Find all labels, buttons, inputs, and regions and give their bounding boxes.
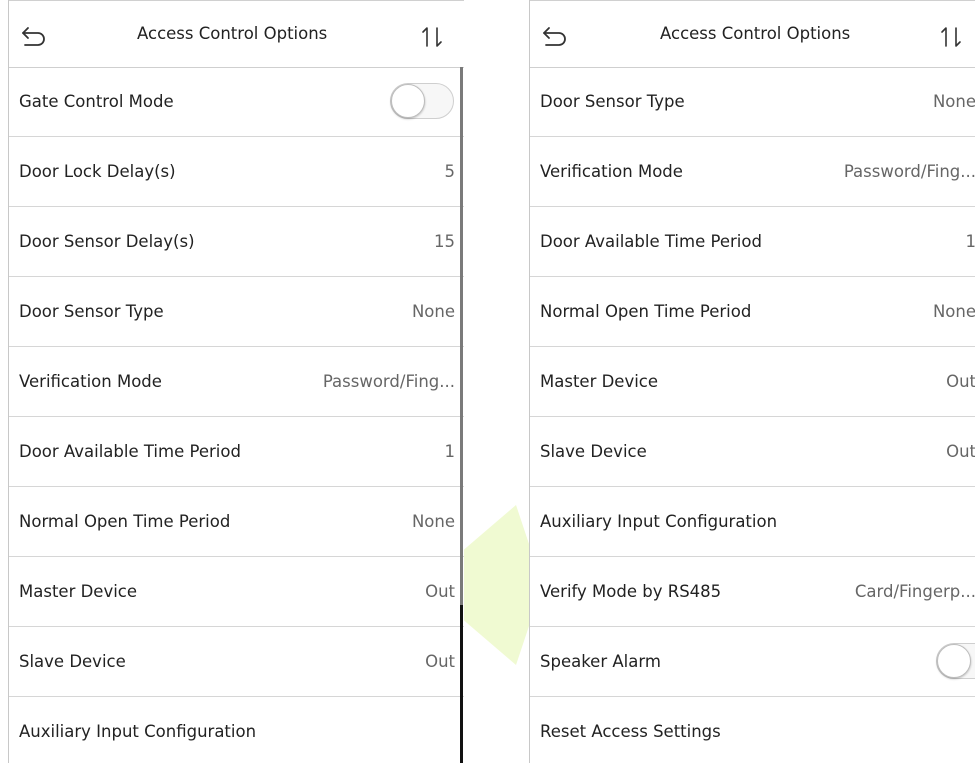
row-auxiliary-input-configuration[interactable]: Auxiliary Input Configuration bbox=[9, 697, 464, 763]
row-door-available-time-period[interactable]: Door Available Time Period 1 bbox=[530, 207, 975, 277]
row-label: Verification Mode bbox=[540, 162, 683, 181]
row-verify-mode-by-rs485[interactable]: Verify Mode by RS485 Card/Fingerp... bbox=[530, 557, 975, 627]
row-door-lock-delay[interactable]: Door Lock Delay(s) 5 bbox=[9, 137, 464, 207]
toggle-knob bbox=[391, 84, 425, 118]
row-label: Master Device bbox=[540, 372, 659, 391]
options-list: Door Sensor Type None Verification Mode … bbox=[530, 67, 975, 763]
row-label: Auxiliary Input Configuration bbox=[19, 722, 257, 741]
row-master-device[interactable]: Master Device Out bbox=[530, 347, 975, 417]
row-label: Auxiliary Input Configuration bbox=[540, 512, 778, 531]
row-label: Door Sensor Delay(s) bbox=[19, 232, 195, 251]
row-auxiliary-input-configuration[interactable]: Auxiliary Input Configuration bbox=[530, 487, 975, 557]
row-reset-access-settings[interactable]: Reset Access Settings bbox=[530, 697, 975, 763]
sort-icon[interactable] bbox=[421, 26, 447, 48]
scrollbar-track[interactable] bbox=[460, 67, 463, 605]
row-value: Out bbox=[425, 652, 455, 671]
row-label: Gate Control Mode bbox=[19, 92, 174, 111]
row-door-sensor-delay[interactable]: Door Sensor Delay(s) 15 bbox=[9, 207, 464, 277]
row-normal-open-time-period[interactable]: Normal Open Time Period None bbox=[9, 487, 464, 557]
back-arrow-icon[interactable] bbox=[542, 25, 568, 47]
row-value: 5 bbox=[444, 162, 456, 181]
row-value: None bbox=[932, 302, 975, 321]
page-title: Access Control Options bbox=[137, 24, 328, 43]
left-screen: Access Control Options Gate Control Mode… bbox=[8, 0, 464, 763]
row-value: None bbox=[932, 92, 975, 111]
row-slave-device[interactable]: Slave Device Out bbox=[9, 627, 464, 697]
header-bar: Access Control Options bbox=[9, 0, 464, 68]
row-label: Normal Open Time Period bbox=[19, 512, 231, 531]
row-door-available-time-period[interactable]: Door Available Time Period 1 bbox=[9, 417, 464, 487]
row-slave-device[interactable]: Slave Device Out bbox=[530, 417, 975, 487]
row-value: 1 bbox=[444, 442, 456, 461]
row-label: Slave Device bbox=[540, 442, 647, 461]
page-title: Access Control Options bbox=[660, 24, 851, 43]
row-normal-open-time-period[interactable]: Normal Open Time Period None bbox=[530, 277, 975, 347]
row-label: Door Sensor Type bbox=[19, 302, 164, 321]
gate-control-mode-toggle[interactable] bbox=[390, 83, 454, 119]
options-list: Gate Control Mode Door Lock Delay(s) 5 D… bbox=[9, 67, 464, 763]
transition-arrow-icon bbox=[460, 505, 532, 665]
row-label: Speaker Alarm bbox=[540, 652, 661, 671]
row-verification-mode[interactable]: Verification Mode Password/Fing... bbox=[530, 137, 975, 207]
row-label: Door Sensor Type bbox=[540, 92, 685, 111]
row-value: Out bbox=[946, 442, 975, 461]
speaker-alarm-toggle[interactable] bbox=[936, 643, 975, 679]
row-value: None bbox=[411, 302, 455, 321]
row-master-device[interactable]: Master Device Out bbox=[9, 557, 464, 627]
row-label: Master Device bbox=[19, 582, 138, 601]
row-value: Password/Fing... bbox=[843, 162, 975, 181]
sort-icon[interactable] bbox=[940, 26, 966, 48]
row-label: Reset Access Settings bbox=[540, 722, 721, 741]
row-value: Card/Fingerp... bbox=[854, 582, 975, 601]
row-speaker-alarm[interactable]: Speaker Alarm bbox=[530, 627, 975, 697]
row-door-sensor-type[interactable]: Door Sensor Type None bbox=[530, 67, 975, 137]
row-value: 1 bbox=[965, 232, 975, 251]
row-label: Verification Mode bbox=[19, 372, 162, 391]
back-arrow-icon[interactable] bbox=[21, 25, 47, 47]
row-value: Out bbox=[425, 582, 455, 601]
row-gate-control-mode[interactable]: Gate Control Mode bbox=[9, 67, 464, 137]
toggle-knob bbox=[937, 644, 971, 678]
row-door-sensor-type[interactable]: Door Sensor Type None bbox=[9, 277, 464, 347]
row-label: Slave Device bbox=[19, 652, 126, 671]
row-verification-mode[interactable]: Verification Mode Password/Fing... bbox=[9, 347, 464, 417]
row-label: Door Available Time Period bbox=[540, 232, 762, 251]
scrollbar-thumb[interactable] bbox=[460, 605, 463, 763]
row-label: Normal Open Time Period bbox=[540, 302, 752, 321]
row-value: None bbox=[411, 512, 455, 531]
row-value: 15 bbox=[434, 232, 455, 251]
header-bar: Access Control Options bbox=[530, 0, 975, 68]
right-screen: Access Control Options Door Sensor Type … bbox=[529, 0, 975, 763]
row-value: Out bbox=[946, 372, 975, 391]
row-label: Verify Mode by RS485 bbox=[540, 582, 722, 601]
row-value: Password/Fing... bbox=[322, 372, 455, 391]
row-label: Door Available Time Period bbox=[19, 442, 241, 461]
row-label: Door Lock Delay(s) bbox=[19, 162, 176, 181]
